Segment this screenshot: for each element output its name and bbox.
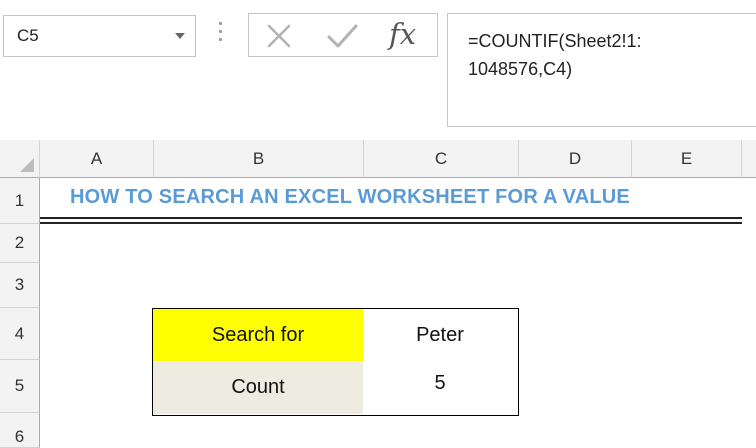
column-header-a[interactable]: A xyxy=(40,140,154,178)
check-icon[interactable] xyxy=(325,22,359,50)
formula-bar: C5 fx =COUNTIF(Sheet2!1: 1048576,C4) xyxy=(0,0,756,140)
row-header-3[interactable]: 3 xyxy=(0,263,40,308)
select-all-triangle-icon xyxy=(20,158,34,172)
cell-b5-count-label[interactable]: Count xyxy=(153,361,363,414)
select-all-button[interactable] xyxy=(0,140,40,178)
title-underline-top xyxy=(40,217,742,219)
column-header-e[interactable]: E xyxy=(632,140,742,178)
row-header-5[interactable]: 5 xyxy=(0,360,40,413)
row-header-4[interactable]: 4 xyxy=(0,308,40,360)
formula-text[interactable]: =COUNTIF(Sheet2!1: 1048576,C4) xyxy=(468,27,738,83)
chevron-down-icon[interactable] xyxy=(175,33,185,39)
cell-area[interactable]: HOW TO SEARCH AN EXCEL WORKSHEET FOR A V… xyxy=(40,178,756,448)
more-options-icon[interactable] xyxy=(217,22,223,46)
row-header-2[interactable]: 2 xyxy=(0,224,40,263)
cell-c4-search-value[interactable]: Peter xyxy=(363,309,517,361)
search-table: Search for Peter Count 5 xyxy=(152,308,519,416)
formula-buttons: fx xyxy=(248,13,438,57)
insert-function-icon[interactable]: fx xyxy=(389,17,416,51)
row-header-1[interactable]: 1 xyxy=(0,178,40,224)
cancel-icon[interactable] xyxy=(263,22,295,50)
sheet-title[interactable]: HOW TO SEARCH AN EXCEL WORKSHEET FOR A V… xyxy=(70,186,756,209)
title-underline-bottom xyxy=(40,222,742,224)
name-box[interactable]: C5 xyxy=(3,15,196,57)
worksheet-grid: A B C D E 1 2 3 4 5 6 HOW TO SEARCH AN E… xyxy=(0,140,756,448)
column-header-b[interactable]: B xyxy=(154,140,364,178)
cell-b4-search-label[interactable]: Search for xyxy=(153,309,363,361)
name-box-value[interactable]: C5 xyxy=(17,26,39,46)
row-header-6[interactable]: 6 xyxy=(0,413,40,448)
column-header-d[interactable]: D xyxy=(519,140,632,178)
column-header-f[interactable] xyxy=(742,140,756,178)
cell-c5-count-value[interactable]: 5 xyxy=(363,361,517,414)
formula-input[interactable]: =COUNTIF(Sheet2!1: 1048576,C4) xyxy=(447,13,756,127)
column-header-c[interactable]: C xyxy=(364,140,519,178)
